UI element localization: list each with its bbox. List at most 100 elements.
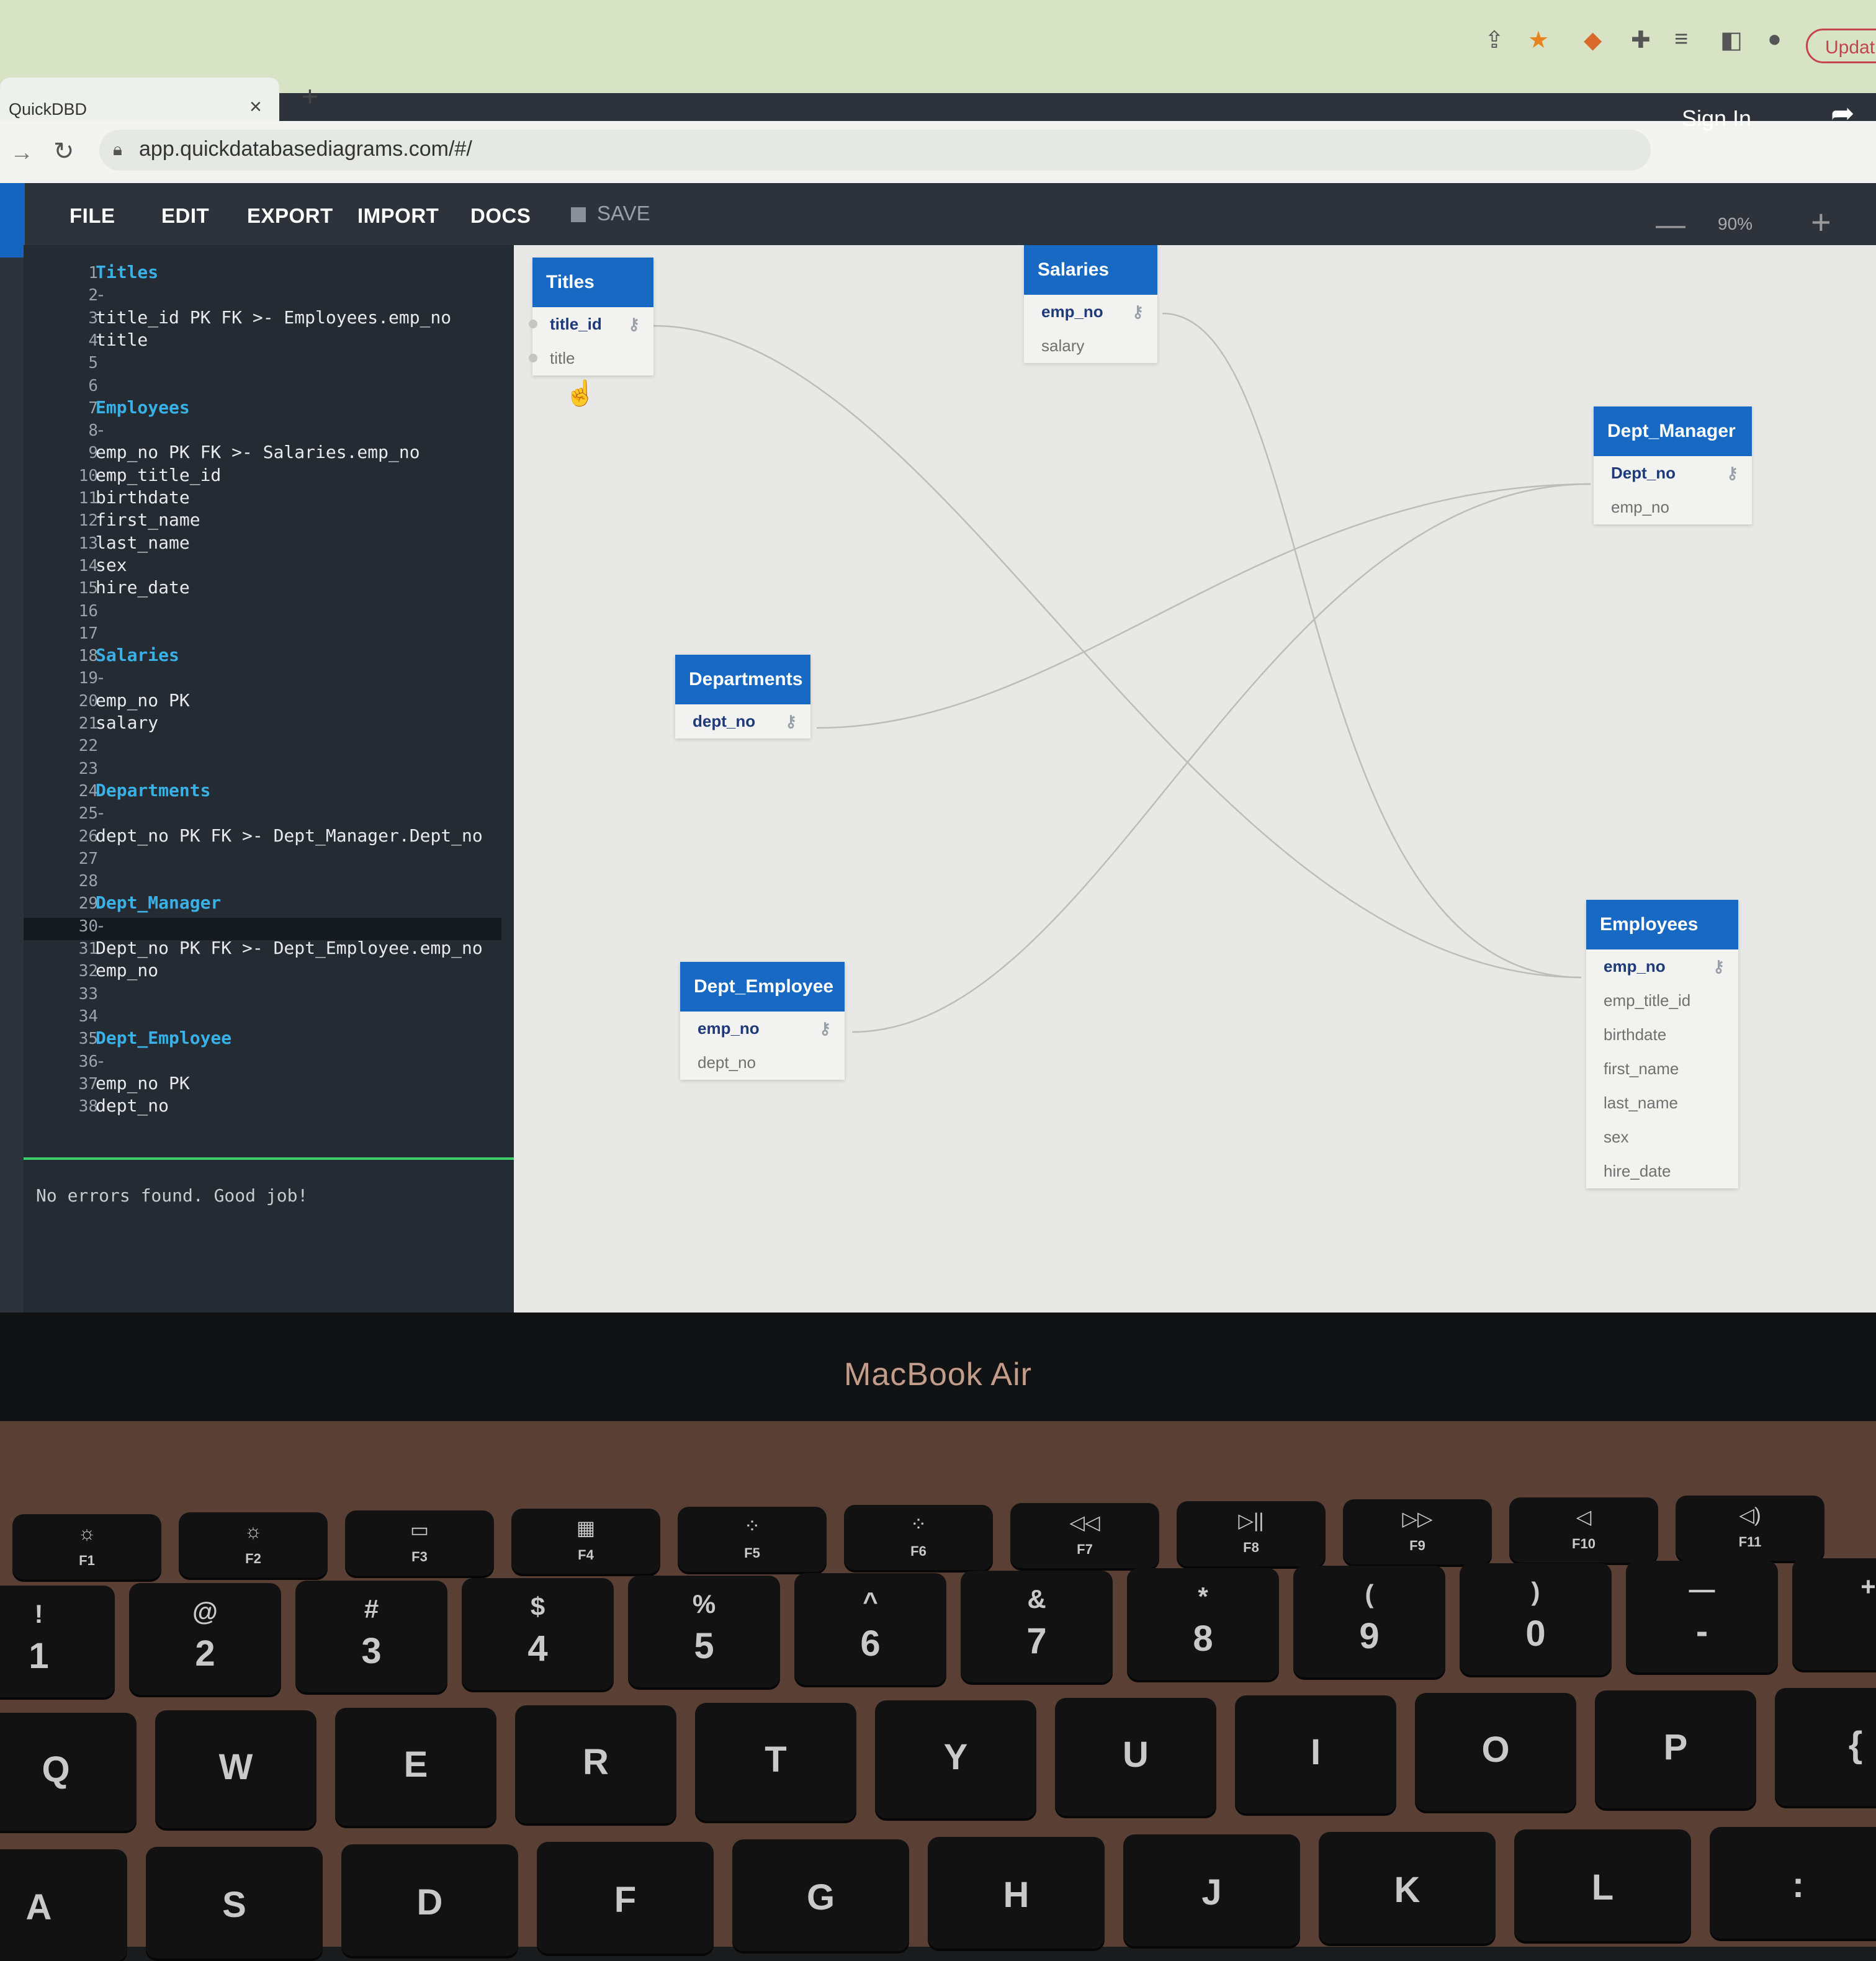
share-page-icon[interactable]: ⇪ [1484, 26, 1504, 54]
number-key[interactable]: ! 1 [0, 1586, 115, 1697]
entity-header: Dept_Employee [680, 962, 845, 1012]
field-row[interactable]: last_name [1586, 1086, 1738, 1120]
field-row[interactable]: title [529, 341, 653, 375]
letter-key[interactable]: F [537, 1842, 714, 1954]
number-key[interactable]: * 8 [1127, 1568, 1279, 1680]
letter-key[interactable]: A [0, 1849, 127, 1961]
letter-key[interactable]: : [1710, 1827, 1876, 1939]
letter-key[interactable]: O [1415, 1693, 1576, 1811]
field-row[interactable]: sex [1586, 1120, 1738, 1154]
docs-menu[interactable]: DOCS [470, 204, 531, 228]
function-key[interactable]: ☼ F1 [12, 1514, 161, 1579]
extensions-puzzle-icon[interactable]: ✚ [1631, 26, 1651, 54]
file-menu[interactable]: FILE [70, 204, 115, 228]
zoom-in-button[interactable]: + [1811, 202, 1831, 242]
letter-key[interactable]: U [1055, 1698, 1216, 1816]
export-menu[interactable]: EXPORT [247, 204, 333, 228]
function-key[interactable]: ▷|| F8 [1177, 1501, 1326, 1566]
letter-key[interactable]: D [341, 1844, 518, 1956]
entity-titles[interactable]: Titles title_id ⚷ title [529, 258, 653, 375]
number-key[interactable]: $4 [462, 1578, 614, 1690]
forward-arrow-icon[interactable]: → [10, 140, 34, 166]
media-queue-icon[interactable]: ≡ [1674, 26, 1688, 53]
letter-key[interactable]: W [155, 1710, 316, 1828]
side-panel-icon[interactable]: ◧ [1720, 26, 1743, 54]
number-key[interactable]: — - [1626, 1561, 1778, 1672]
letter-key[interactable]: K [1319, 1832, 1496, 1944]
field-row[interactable]: Dept_no ⚷ [1594, 456, 1752, 490]
number-key[interactable]: & 7 [961, 1571, 1113, 1682]
entity-dept-manager[interactable]: Dept_Manager Dept_no ⚷ emp_no [1594, 406, 1752, 524]
function-key[interactable]: ⁘ F6 [844, 1505, 993, 1570]
sign-in-link[interactable]: Sign In [1682, 105, 1751, 132]
field-row[interactable]: emp_no [1594, 490, 1752, 524]
letter-key[interactable]: G [732, 1839, 909, 1951]
letter-key[interactable]: L [1514, 1829, 1691, 1941]
number-key[interactable]: ^ 6 [794, 1573, 946, 1685]
letter-key[interactable]: I [1235, 1695, 1396, 1813]
field-row[interactable]: emp_title_id [1586, 984, 1738, 1018]
function-key-glyph: ◁◁ [1069, 1511, 1100, 1533]
new-tab-button[interactable]: + [302, 79, 318, 113]
function-key[interactable]: ▭ F3 [345, 1510, 494, 1576]
edit-menu[interactable]: EDIT [161, 204, 209, 228]
letter-key[interactable]: T [695, 1703, 856, 1821]
function-key[interactable]: ▦ F4 [511, 1509, 660, 1574]
letter-key[interactable]: R [515, 1705, 676, 1823]
number-key[interactable]: #3 [295, 1581, 447, 1692]
function-key[interactable]: ◁ F10 [1509, 1497, 1658, 1563]
code-line: first_name [96, 509, 200, 531]
number-key[interactable]: + [1792, 1558, 1876, 1670]
bookmark-star-icon[interactable]: ★ [1528, 26, 1549, 54]
letter-key[interactable]: Q [0, 1713, 137, 1831]
key-shift-symbol: * [1198, 1582, 1208, 1611]
update-button[interactable]: Updat [1806, 29, 1876, 63]
metamask-extension-icon[interactable]: ◆ [1584, 26, 1602, 54]
field-row[interactable]: emp_no ⚷ [1024, 295, 1157, 329]
function-key[interactable]: ▷▷ F9 [1343, 1499, 1492, 1564]
profile-avatar-icon[interactable]: ● [1767, 26, 1782, 53]
reload-icon[interactable]: ↻ [53, 137, 74, 166]
key-label: { [1848, 1725, 1863, 1765]
letter-key[interactable]: H [928, 1837, 1105, 1949]
number-key[interactable]: ) 0 [1460, 1563, 1612, 1675]
letter-key[interactable]: J [1123, 1834, 1300, 1946]
import-menu[interactable]: IMPORT [357, 204, 439, 228]
field-row[interactable]: dept_no [680, 1046, 845, 1080]
key-icon: ⚷ [819, 1019, 831, 1038]
share-arrow-icon[interactable]: ➦ [1831, 96, 1855, 130]
field-row[interactable]: emp_no ⚷ [1586, 949, 1738, 984]
function-key-label: F2 [245, 1551, 261, 1566]
entity-salaries[interactable]: Salaries emp_no ⚷ salary [1024, 245, 1157, 363]
number-key[interactable]: @2 [129, 1583, 281, 1695]
entity-departments[interactable]: Departments dept_no ⚷ [675, 655, 810, 738]
field-row[interactable]: first_name [1586, 1052, 1738, 1086]
letter-key[interactable]: Y [875, 1700, 1036, 1818]
diagram-canvas[interactable]: — 90% + Titles title_id ⚷ title ☝ Salari… [514, 202, 1876, 1313]
save-button[interactable]: SAVE [571, 202, 650, 225]
number-key[interactable]: % 5 [628, 1576, 780, 1687]
letter-key[interactable]: { [1775, 1688, 1876, 1806]
letter-key[interactable]: P [1595, 1690, 1756, 1808]
number-key[interactable]: (9 [1293, 1566, 1445, 1677]
function-key[interactable]: ◁) F11 [1676, 1496, 1824, 1561]
zoom-out-button[interactable]: — [1656, 208, 1685, 242]
code-line: - [96, 802, 106, 823]
letter-key[interactable]: E [335, 1708, 496, 1826]
field-row[interactable]: title_id ⚷ [529, 307, 653, 341]
function-key-glyph: ☼ [244, 1520, 263, 1542]
url-field[interactable]: 🔒︎ app.quickdatabasediagrams.com/#/ [99, 130, 1651, 171]
entity-dept-employee[interactable]: Dept_Employee emp_no ⚷ dept_no [680, 962, 845, 1080]
function-key[interactable]: ☼ F2 [179, 1512, 328, 1577]
field-row[interactable]: emp_no ⚷ [680, 1012, 845, 1046]
letter-key[interactable]: S [146, 1847, 323, 1959]
code-editor[interactable]: 1 Titles 2-3 title_id PK FK >- Employees.em… [24, 245, 514, 1164]
field-row[interactable]: birthdate [1586, 1018, 1738, 1052]
field-row[interactable]: salary [1024, 329, 1157, 363]
field-row[interactable]: dept_no ⚷ [675, 704, 810, 738]
entity-employees[interactable]: Employees emp_no ⚷ emp_title_id birthdat… [1586, 900, 1738, 1188]
function-key[interactable]: ⁘ F5 [678, 1507, 827, 1572]
function-key[interactable]: ◁◁ F7 [1010, 1503, 1159, 1568]
field-row[interactable]: hire_date [1586, 1154, 1738, 1188]
close-tab-icon[interactable]: × [249, 95, 262, 119]
